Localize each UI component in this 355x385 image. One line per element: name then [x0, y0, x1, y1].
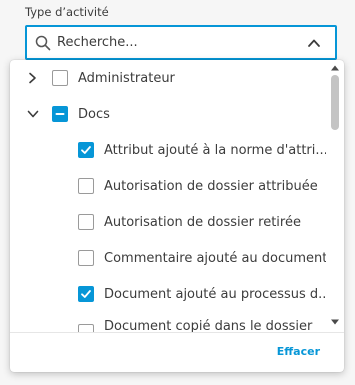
scrollbar-thumb[interactable]: [331, 75, 339, 130]
tree-item-administrateur[interactable]: Administrateur: [10, 60, 326, 96]
tree-item[interactable]: Document copié dans le dossier: [10, 319, 326, 332]
activity-tree: Administrateur Docs Attribut ajouté à la…: [10, 60, 326, 332]
tree-item-label: Autorisation de dossier attribuée: [104, 178, 318, 194]
checkbox[interactable]: [52, 70, 68, 86]
checkbox[interactable]: [78, 214, 94, 230]
tree-item-label: Document copié dans le dossier: [104, 319, 313, 332]
tree-item-docs[interactable]: Docs: [10, 96, 326, 132]
clear-button[interactable]: Effacer: [277, 345, 320, 358]
tree-item-label: Document ajouté au processus d...: [104, 286, 326, 302]
checkbox-checked[interactable]: [78, 142, 94, 158]
search-box[interactable]: [25, 25, 337, 60]
tree-item[interactable]: Attribut ajouté à la norme d'attri...: [10, 132, 326, 168]
tree-item-label: Commentaire ajouté au document: [104, 250, 326, 266]
tree-item-label: Administrateur: [78, 70, 175, 86]
checkbox[interactable]: [78, 250, 94, 266]
checkbox-indeterminate[interactable]: [52, 106, 68, 122]
checkbox[interactable]: [78, 324, 94, 332]
scroll-up-arrow-icon[interactable]: [330, 64, 340, 72]
scroll-down-arrow-icon[interactable]: [330, 318, 340, 326]
activity-type-dropdown: Administrateur Docs Attribut ajouté à la…: [10, 60, 344, 372]
activity-type-label: Type d’activité: [25, 5, 109, 19]
search-input[interactable]: [57, 35, 305, 50]
chevron-up-icon[interactable]: [305, 34, 323, 52]
scrollbar[interactable]: [326, 60, 344, 332]
search-icon: [35, 35, 51, 51]
chevron-down-icon[interactable]: [26, 107, 40, 121]
tree-item[interactable]: Commentaire ajouté au document: [10, 240, 326, 276]
checkbox-checked[interactable]: [78, 286, 94, 302]
checkbox[interactable]: [78, 178, 94, 194]
tree-item[interactable]: Autorisation de dossier attribuée: [10, 168, 326, 204]
tree-item[interactable]: Autorisation de dossier retirée: [10, 204, 326, 240]
tree-item-label: Attribut ajouté à la norme d'attri...: [104, 142, 326, 158]
tree-item-label: Autorisation de dossier retirée: [104, 214, 301, 230]
chevron-right-icon[interactable]: [26, 71, 40, 85]
tree-item-label: Docs: [78, 106, 110, 122]
dropdown-footer: Effacer: [10, 332, 344, 372]
tree-item[interactable]: Document ajouté au processus d...: [10, 276, 326, 312]
